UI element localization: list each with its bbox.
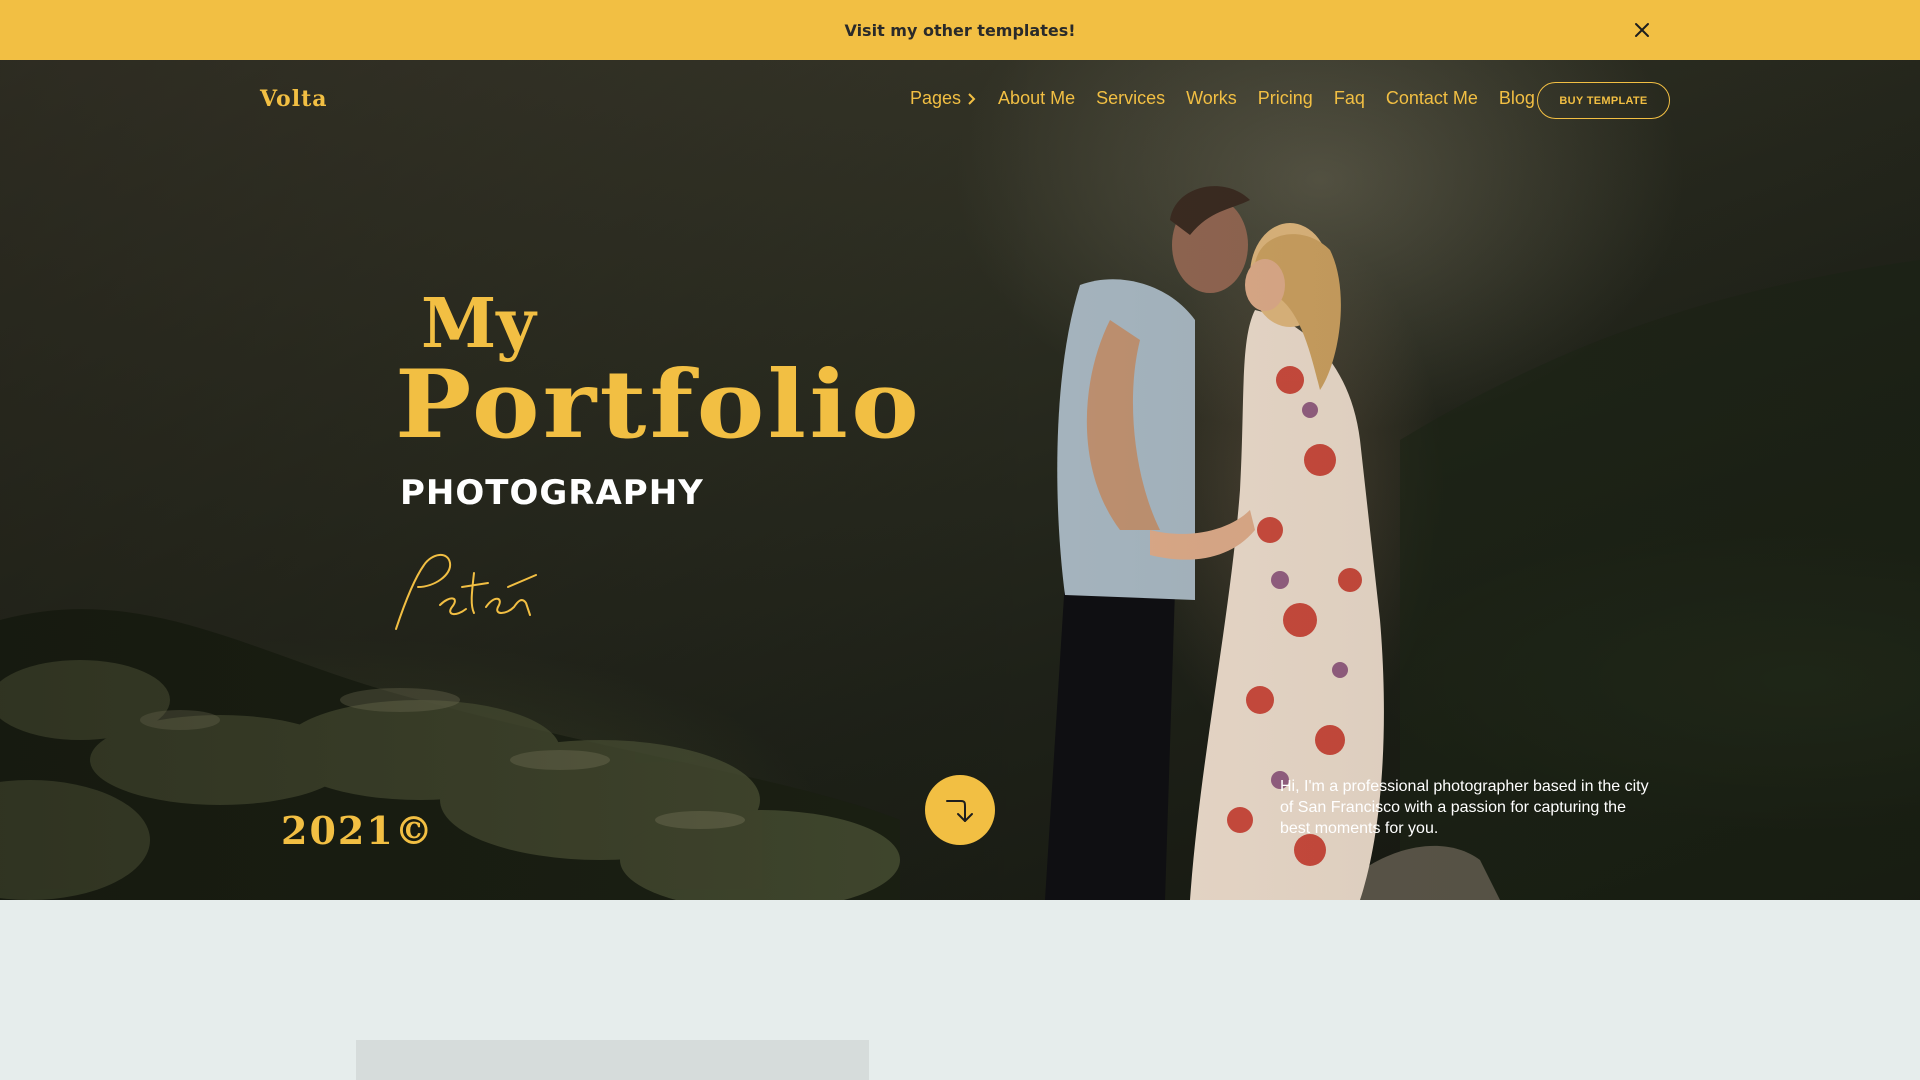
nav-item-about-me[interactable]: About Me [998,88,1075,109]
signature [395,554,537,630]
main-nav: Pages About Me Services Works Pricing Fa… [910,88,1535,109]
hero-title-line1: My [421,284,536,364]
nav-item-contact-me[interactable]: Contact Me [1386,88,1478,109]
nav-item-works[interactable]: Works [1186,88,1237,109]
arrow-down-right-icon [946,800,973,822]
nav-item-pages[interactable]: Pages [910,88,977,109]
scroll-down-button[interactable] [925,775,995,845]
content-card-placeholder [356,1040,869,1080]
logo[interactable]: Volta [260,86,328,112]
nav-item-blog[interactable]: Blog [1499,88,1535,109]
buy-template-button[interactable]: BUY TEMPLATE [1537,82,1670,119]
nav-item-faq[interactable]: Faq [1334,88,1365,109]
hero-intro-text: Hi, I'm a professional photographer base… [1280,778,1649,837]
announcement-bar[interactable]: Visit my other templates! [0,0,1920,60]
hero-background-photo [0,60,1920,900]
hero-title-line2: Portfolio [395,350,923,460]
hero-section: Volta Pages About Me Services Works Pric… [0,60,1920,900]
chevron-right-icon [968,92,976,105]
hero-year: 2021© [281,808,435,853]
nav-item-services[interactable]: Services [1096,88,1165,109]
close-icon[interactable] [1630,18,1654,42]
hero-subtitle: PHOTOGRAPHY [400,473,704,513]
nav-item-label: Pages [910,88,962,108]
announcement-text[interactable]: Visit my other templates! [844,21,1075,40]
nav-item-pricing[interactable]: Pricing [1258,88,1313,109]
